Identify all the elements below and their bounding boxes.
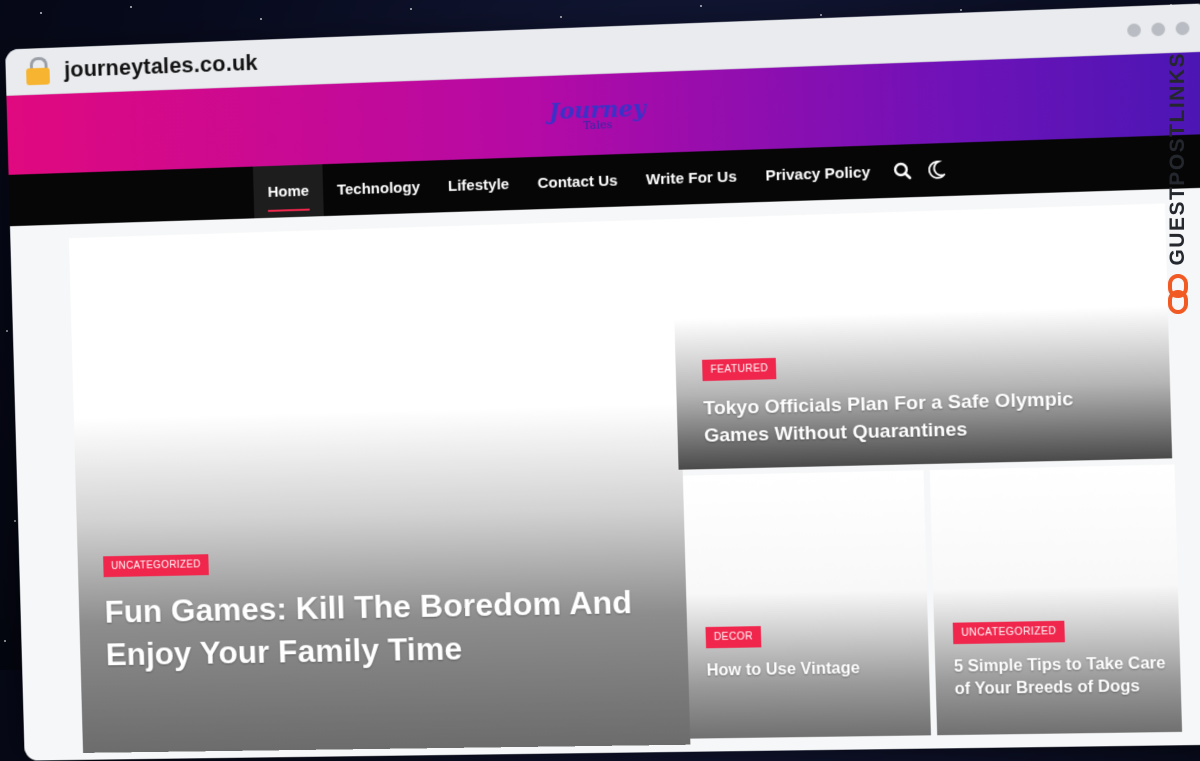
featured-post-title[interactable]: Tokyo Officials Plan For a Safe Olympic … [703, 384, 1140, 450]
nav-item-privacy-policy[interactable]: Privacy Policy [750, 145, 885, 202]
lock-icon [25, 56, 51, 86]
window-dot-2[interactable] [1151, 21, 1166, 36]
window-dot-1[interactable] [1127, 22, 1142, 37]
nav-item-lifestyle[interactable]: Lifestyle [433, 157, 524, 212]
nav-item-home[interactable]: Home [253, 164, 324, 219]
category-badge[interactable]: UNCATEGORIZED [103, 554, 209, 578]
post-title[interactable]: 5 Simple Tips to Take Care of Your Breed… [954, 653, 1169, 701]
category-badge[interactable]: UNCATEGORIZED [952, 620, 1066, 645]
category-badge[interactable]: FEATURED [702, 357, 777, 382]
window-dot-3[interactable] [1175, 20, 1190, 35]
site-logo[interactable]: Journey Tales [549, 95, 647, 132]
post-card-uncategorized[interactable]: UNCATEGORIZED 5 Simple Tips to Take Care… [929, 464, 1183, 736]
watermark-text: GUESTPOSTLINKS [1166, 52, 1189, 266]
category-badge[interactable]: DECOR [705, 626, 762, 649]
nav-item-write-for-us[interactable]: Write For Us [631, 150, 752, 207]
featured-post-card[interactable]: FEATURED Tokyo Officials Plan For a Safe… [671, 203, 1173, 470]
nav-item-technology[interactable]: Technology [322, 160, 434, 216]
post-card-decor[interactable]: DECOR How to Use Vintage [682, 470, 931, 739]
guestpostlinks-watermark: GUESTPOSTLINKS [1158, 52, 1198, 352]
browser-window: journeytales.co.uk Journey Tales Home Te… [5, 3, 1200, 761]
url-text[interactable]: journeytales.co.uk [64, 50, 258, 83]
search-icon[interactable] [884, 144, 921, 198]
hero-post-card[interactable]: UNCATEGORIZED Fun Games: Kill The Boredo… [68, 218, 691, 753]
hero-post-title[interactable]: Fun Games: Kill The Boredom And Enjoy Yo… [104, 580, 658, 676]
window-controls [1127, 20, 1190, 37]
moon-icon[interactable] [919, 143, 954, 197]
featured-posts-grid: UNCATEGORIZED Fun Games: Kill The Boredo… [9, 187, 1200, 761]
chain-link-icon [1168, 273, 1188, 314]
nav-item-contact-us[interactable]: Contact Us [523, 154, 633, 210]
